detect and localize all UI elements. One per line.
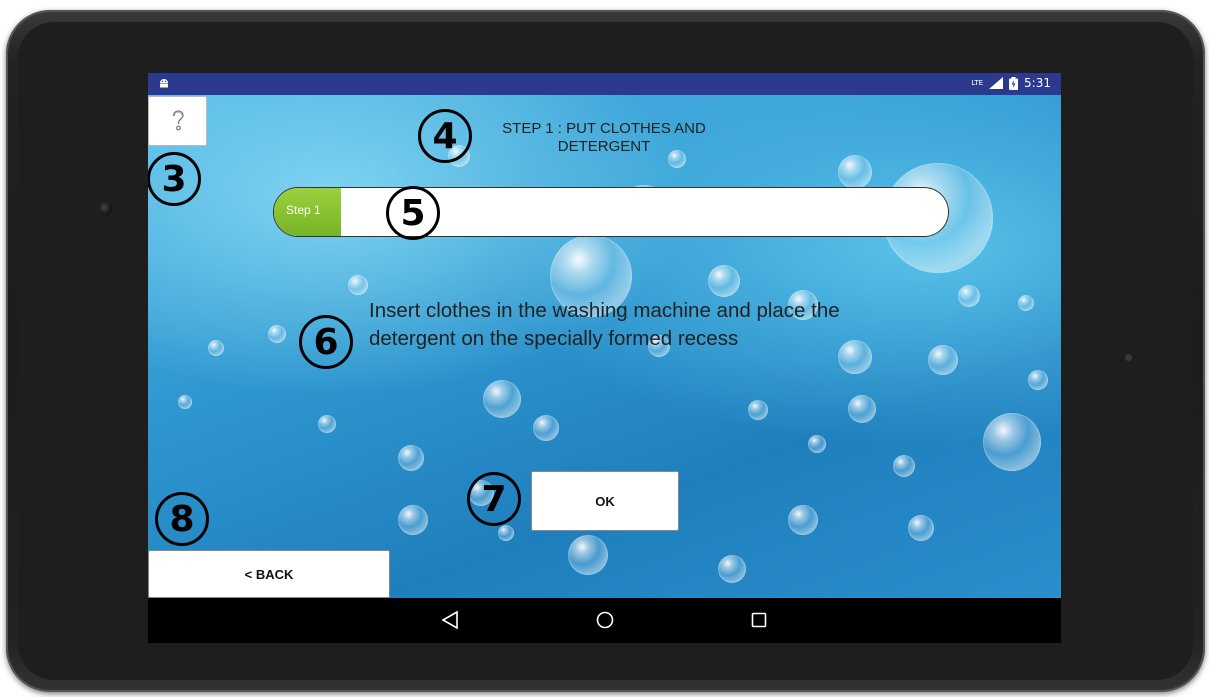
step-progress-bar: Step 1 <box>273 187 949 237</box>
instruction-text: Insert clothes in the washing machine an… <box>369 299 840 350</box>
network-type: LTE <box>971 79 984 87</box>
bubble <box>568 535 608 575</box>
bubble <box>533 415 559 441</box>
back-triangle-icon[interactable] <box>441 610 459 630</box>
ok-button[interactable]: OK <box>531 471 679 531</box>
home-circle-icon[interactable] <box>595 610 615 630</box>
front-camera <box>99 202 112 215</box>
help-button[interactable] <box>148 96 207 146</box>
bubble <box>838 155 872 189</box>
proximity-sensor <box>1125 354 1132 361</box>
bubble <box>788 505 818 535</box>
status-bar: LTE 5:31 <box>148 73 1061 95</box>
android-icon <box>160 79 168 88</box>
annotation-marker-5: 5 <box>386 186 440 240</box>
bubble <box>908 515 934 541</box>
navigation-bar <box>148 598 1061 643</box>
recents-square-icon[interactable] <box>750 610 768 630</box>
bubble <box>1018 295 1034 311</box>
bubble <box>483 380 521 418</box>
bubble <box>718 555 746 583</box>
annotation-marker-3: 3 <box>148 152 201 206</box>
back-button[interactable]: < BACK <box>148 550 390 598</box>
bubble <box>178 395 192 409</box>
bubble <box>318 415 336 433</box>
annotation-marker-7: 7 <box>467 472 521 526</box>
signal-icon <box>989 77 1004 89</box>
annotation-marker-6: 6 <box>299 315 353 369</box>
annotation-marker-4: 4 <box>418 109 472 163</box>
annotation-marker-8: 8 <box>155 492 209 546</box>
battery-icon <box>1009 76 1019 90</box>
bubble <box>208 340 224 356</box>
bubble <box>848 395 876 423</box>
bubble <box>348 275 368 295</box>
bubble <box>928 345 958 375</box>
bubble <box>398 445 424 471</box>
bubble <box>983 413 1041 471</box>
bubble <box>398 505 428 535</box>
bubble <box>808 435 826 453</box>
bubble <box>268 325 286 343</box>
bubble <box>498 525 514 541</box>
question-mark-icon <box>172 110 184 131</box>
progress-label: Step 1 <box>286 203 321 217</box>
bubble <box>958 285 980 307</box>
status-icons: LTE 5:31 <box>971 76 1051 90</box>
bubble <box>893 455 915 477</box>
bubble <box>708 265 740 297</box>
clock: 5:31 <box>1024 76 1051 90</box>
app-screen: LTE 5:31 STEP 1: PUT CLOTHES AND DETERG… <box>148 73 1061 643</box>
bubble <box>748 400 768 420</box>
step-title: STEP 1 : PUT CLOTHES AND DETERGENT <box>502 120 706 155</box>
bubble <box>1028 370 1048 390</box>
